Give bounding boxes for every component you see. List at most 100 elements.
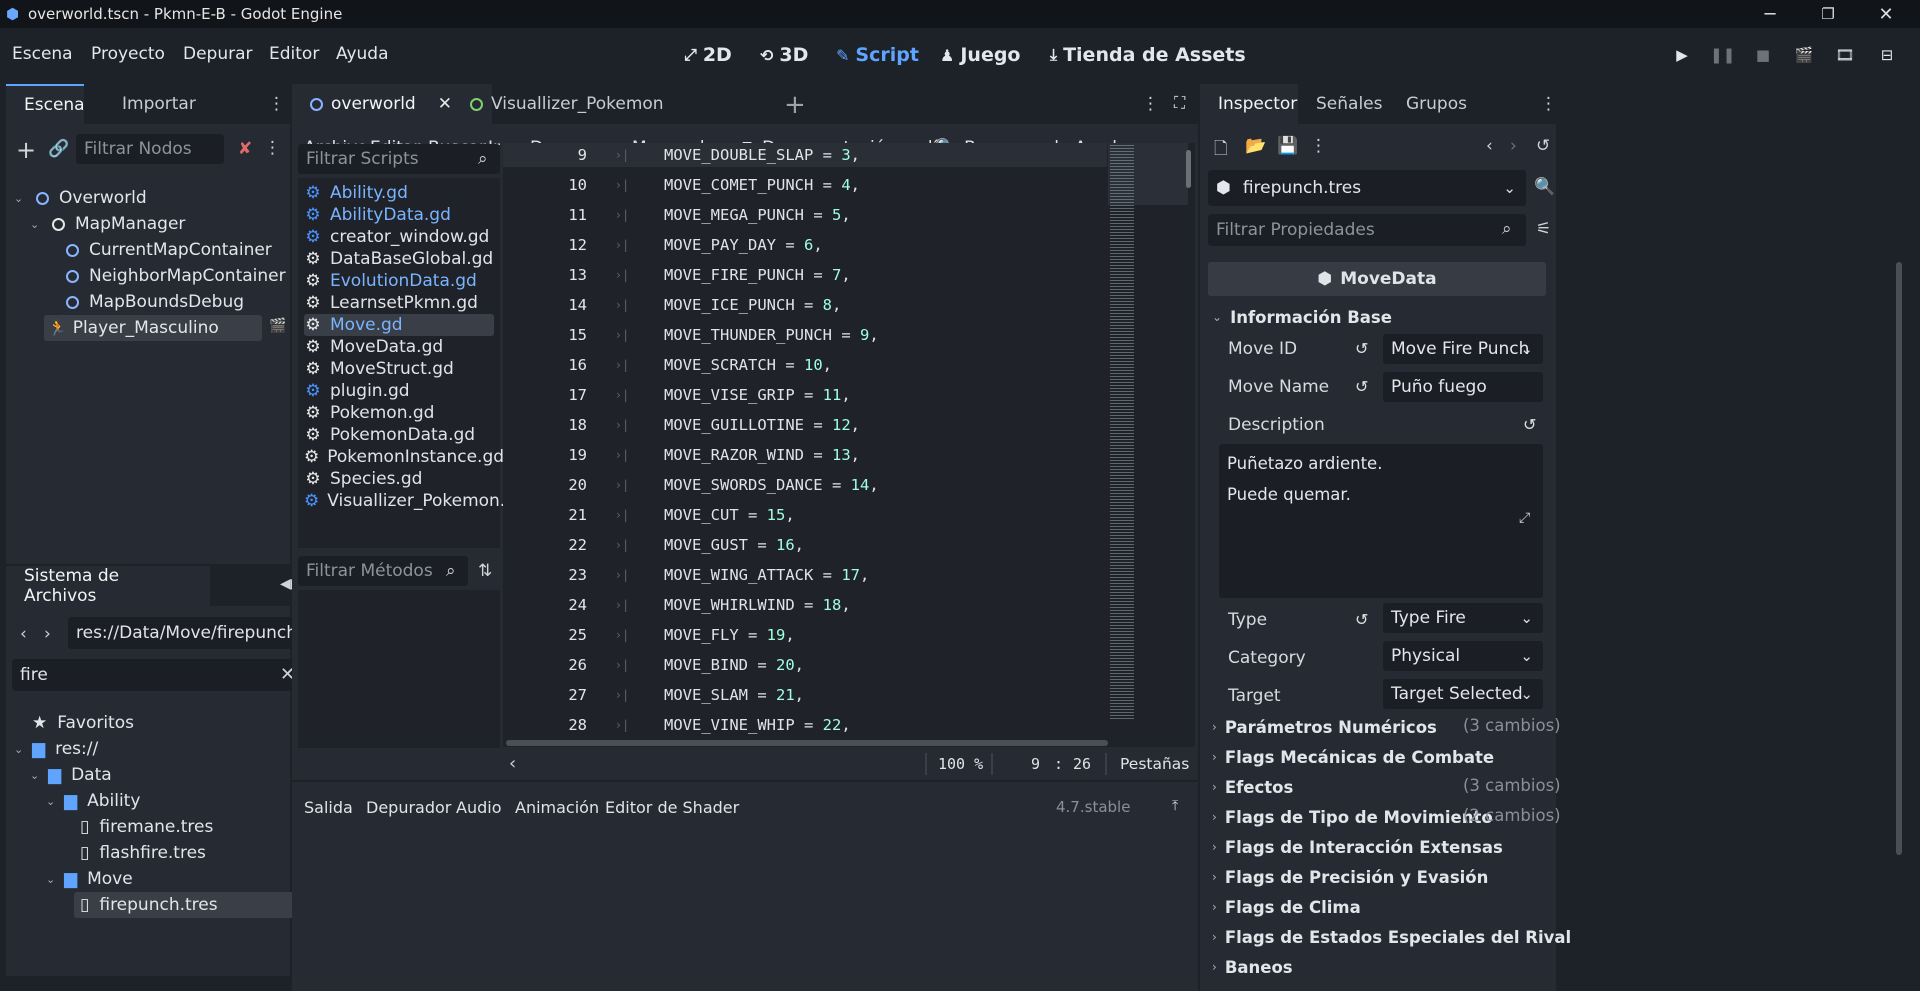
- fs-folder-data[interactable]: ⌄ ▆ Data: [30, 762, 112, 788]
- code-line[interactable]: 26 ›| MOVE_BIND = 20,: [503, 653, 1107, 677]
- script-item[interactable]: ⚙ Ability.gd: [304, 182, 494, 204]
- code-line[interactable]: 19 ›| MOVE_RAZOR_WIND = 13,: [503, 443, 1107, 467]
- menu-debug[interactable]: Depurar: [183, 44, 253, 64]
- inspector-section[interactable]: › Flags de Interacción Extensas: [1212, 835, 1503, 859]
- chevron-left-icon[interactable]: ‹: [20, 624, 27, 644]
- script-item[interactable]: ⚙ MoveStruct.gd: [304, 358, 494, 380]
- filter-scripts-input[interactable]: Filtrar Scripts: [298, 144, 500, 174]
- filter-properties-input[interactable]: Filtrar Propiedades: [1208, 214, 1526, 246]
- play-icon[interactable]: ▶: [1671, 46, 1693, 66]
- code-line[interactable]: 15 ›| MOVE_THUNDER_PUNCH = 9,: [503, 323, 1107, 347]
- chevron-right-icon[interactable]: ›: [1510, 136, 1517, 156]
- script-item[interactable]: ⚙ Visuallizer_Pokemon.gd: [304, 490, 527, 512]
- tab-signals[interactable]: Señales: [1298, 84, 1400, 124]
- kebab-menu-icon[interactable]: ⋮: [1310, 136, 1327, 156]
- script-item[interactable]: ⚙ Pokemon.gd: [304, 402, 494, 424]
- revert-icon[interactable]: ↺: [1355, 610, 1368, 629]
- close-tab-icon[interactable]: ✕: [438, 94, 452, 114]
- tab-groups[interactable]: Grupos: [1388, 84, 1485, 124]
- script-item[interactable]: ⚙ DataBaseGlobal.gd: [304, 248, 494, 270]
- pin-panel-icon[interactable]: ⤒: [1172, 798, 1178, 814]
- path-field[interactable]: res://Data/Move/firepunch.: [68, 617, 304, 649]
- script-item[interactable]: ⚙ LearnsetPkmn.gd: [304, 292, 494, 314]
- workspace-game-button[interactable]: ♟ Juego: [940, 44, 1020, 66]
- menu-help[interactable]: Ayuda: [336, 44, 389, 64]
- revert-icon[interactable]: ↺: [1523, 415, 1536, 434]
- code-editor[interactable]: 9 ›| MOVE_DOUBLE_SLAP = 3, 10 ›| MOVE_COMET_P…: [503, 143, 1195, 747]
- script-item-selected[interactable]: ⚙ Move.gd: [304, 314, 494, 336]
- tab-import[interactable]: Importar: [104, 84, 214, 124]
- code-line[interactable]: 9 ›| MOVE_DOUBLE_SLAP = 3,: [503, 143, 1107, 167]
- description-textarea[interactable]: Puñetazo ardiente. Puede quemar. ⤢: [1219, 444, 1543, 598]
- code-line[interactable]: 22 ›| MOVE_GUST = 16,: [503, 533, 1107, 557]
- bottom-tab-audio[interactable]: Audio: [456, 798, 501, 817]
- add-tab-icon[interactable]: +: [784, 90, 806, 120]
- inspector-section[interactable]: › Flags Mecánicas de Combate: [1212, 745, 1494, 769]
- code-line[interactable]: 10 ›| MOVE_COMET_PUNCH = 4,: [503, 173, 1107, 197]
- minimize-button[interactable]: ─: [1742, 0, 1798, 28]
- add-node-icon[interactable]: +: [16, 136, 36, 164]
- close-window-button[interactable]: ✕: [1858, 0, 1914, 28]
- section-base-info[interactable]: ⌄ Información Base: [1212, 305, 1392, 329]
- script-item[interactable]: ⚙ EvolutionData.gd: [304, 270, 494, 292]
- script-item[interactable]: ⚙ AbilityData.gd: [304, 204, 494, 226]
- expand-icon[interactable]: ⤢: [1519, 510, 1530, 526]
- code-line[interactable]: 14 ›| MOVE_ICE_PUNCH = 8,: [503, 293, 1107, 317]
- tab-inspector[interactable]: Inspector: [1200, 84, 1298, 124]
- script-item[interactable]: ⚙ creator_window.gd: [304, 226, 494, 248]
- tab-visuallizer-pokemon[interactable]: Visuallizer_Pokemon: [452, 84, 682, 124]
- sort-icon[interactable]: ⇅: [478, 561, 492, 581]
- code-line[interactable]: 21 ›| MOVE_CUT = 15,: [503, 503, 1107, 527]
- code-line[interactable]: 28 ›| MOVE_VINE_WHIP = 22,: [503, 713, 1107, 737]
- bottom-tab-debugger[interactable]: Depurador: [366, 798, 451, 817]
- inspector-section[interactable]: › Flags de Tipo de Movimiento: [1212, 805, 1493, 829]
- resource-selector[interactable]: ⬢ firepunch.tres ⌄: [1208, 170, 1526, 206]
- maximize-button[interactable]: ❐: [1800, 0, 1856, 28]
- inspector-section[interactable]: › Parámetros Numéricos: [1212, 715, 1437, 739]
- movie-maker-icon[interactable]: ⊟: [1876, 46, 1898, 66]
- clapperboard-icon[interactable]: 🎬: [269, 318, 286, 334]
- menu-scene[interactable]: Escena: [12, 44, 73, 64]
- chevron-left-icon[interactable]: ‹: [509, 753, 516, 774]
- fs-folder-move[interactable]: ⌄ ▆ Move: [46, 866, 133, 892]
- code-line[interactable]: 25 ›| MOVE_FLY = 19,: [503, 623, 1107, 647]
- category-dropdown[interactable]: Physical ⌄: [1383, 641, 1543, 671]
- tree-row-currentmapcontainer[interactable]: CurrentMapContainer: [66, 237, 272, 263]
- menu-project[interactable]: Proyecto: [91, 44, 165, 64]
- pause-icon[interactable]: ❚❚: [1710, 46, 1735, 66]
- move-id-dropdown[interactable]: Move Fire Punch ⌄: [1383, 334, 1543, 364]
- fs-res-root[interactable]: ⌄ ▆ res://: [14, 736, 98, 762]
- code-line[interactable]: 11 ›| MOVE_MEGA_PUNCH = 5,: [503, 203, 1107, 227]
- filter-nodes-input[interactable]: Filtrar Nodos: [76, 134, 224, 164]
- tree-row-player-masculino[interactable]: 🏃 Player_Masculino: [44, 315, 262, 341]
- tree-row-mapmanager[interactable]: ⌄ MapManager: [30, 211, 185, 237]
- fullscreen-icon[interactable]: ⛶: [1174, 93, 1185, 113]
- fs-file-flashfire[interactable]: ▯ flashfire.tres: [80, 840, 206, 866]
- script-remove-icon[interactable]: ✘: [238, 139, 252, 159]
- zoom-level[interactable]: 100 %: [938, 755, 983, 773]
- workspace-3d-button[interactable]: ⟲ 3D: [760, 44, 808, 66]
- kebab-menu-icon[interactable]: ⋮: [268, 94, 285, 114]
- code-line[interactable]: 17 ›| MOVE_VISE_GRIP = 11,: [503, 383, 1107, 407]
- filter-methods-input[interactable]: Filtrar Métodos: [298, 556, 468, 586]
- filter-settings-icon[interactable]: ⚟: [1536, 219, 1551, 239]
- link-icon[interactable]: 🔗: [48, 139, 69, 159]
- code-line[interactable]: 16 ›| MOVE_SCRATCH = 10,: [503, 353, 1107, 377]
- revert-icon[interactable]: ↺: [1355, 377, 1368, 396]
- tree-row-mapboundsdebug[interactable]: MapBoundsDebug: [66, 289, 244, 315]
- script-item[interactable]: ⚙ MoveData.gd: [304, 336, 494, 358]
- move-name-field[interactable]: Puño fuego: [1383, 372, 1543, 402]
- bottom-tab-shader-editor[interactable]: Editor de Shader: [605, 798, 739, 817]
- workspace-2d-button[interactable]: ⤢ 2D: [684, 44, 732, 66]
- code-line[interactable]: 24 ›| MOVE_WHIRLWIND = 18,: [503, 593, 1107, 617]
- horizontal-scrollbar[interactable]: [506, 740, 1108, 746]
- script-item[interactable]: ⚙ plugin.gd: [304, 380, 494, 402]
- vertical-scrollbar[interactable]: [1186, 150, 1191, 188]
- type-dropdown[interactable]: Type Fire ⌄: [1383, 603, 1543, 633]
- menu-editor[interactable]: Editor: [269, 44, 319, 64]
- tree-row-neighbormapcontainer[interactable]: NeighborMapContainer: [66, 263, 286, 289]
- inspector-section[interactable]: › Baneos: [1212, 955, 1293, 979]
- kebab-menu-icon[interactable]: ⋮: [1142, 94, 1159, 114]
- inspector-scrollbar[interactable]: [1896, 262, 1902, 855]
- chevron-right-icon[interactable]: ›: [44, 624, 51, 644]
